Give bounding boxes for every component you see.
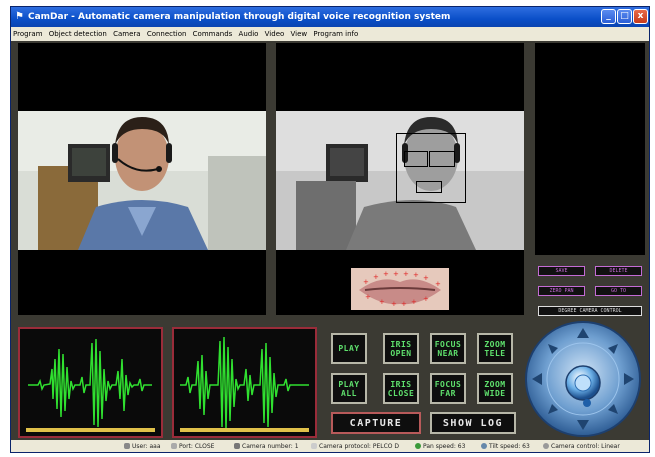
menu-program-info[interactable]: Program info bbox=[313, 30, 358, 38]
focus-near-button[interactable]: FOCUS NEAR bbox=[430, 333, 466, 364]
minimize-button[interactable]: _ bbox=[601, 9, 616, 24]
maximize-button[interactable]: □ bbox=[617, 9, 632, 24]
svg-text:+: + bbox=[413, 271, 419, 279]
iris-close-button[interactable]: IRIS CLOSE bbox=[383, 373, 419, 404]
detection-video-frame bbox=[276, 111, 524, 250]
svg-text:+: + bbox=[403, 270, 409, 278]
svg-text:+: + bbox=[411, 298, 417, 306]
svg-text:+: + bbox=[423, 274, 429, 282]
tilt-icon bbox=[481, 443, 487, 449]
close-button[interactable]: x bbox=[633, 9, 648, 24]
left-eye-box bbox=[404, 151, 428, 167]
menu-view[interactable]: View bbox=[291, 30, 308, 38]
title-bar: ⚑ CamDar - Automatic camera manipulation… bbox=[11, 7, 649, 27]
right-eye-box bbox=[429, 151, 455, 167]
app-window: ⚑ CamDar - Automatic camera manipulation… bbox=[10, 6, 650, 453]
user-icon bbox=[124, 443, 130, 449]
svg-text:+: + bbox=[373, 273, 379, 281]
svg-text:+: + bbox=[435, 280, 441, 288]
svg-text:+: + bbox=[365, 293, 371, 301]
save-preset-button[interactable]: SAVE bbox=[538, 266, 585, 276]
audio-level-bar-1 bbox=[26, 428, 155, 432]
camera-icon bbox=[234, 443, 240, 449]
go-to-button[interactable]: GO TO bbox=[595, 286, 642, 296]
protocol-icon bbox=[311, 443, 317, 449]
pan-icon bbox=[415, 443, 421, 449]
menu-commands[interactable]: Commands bbox=[193, 30, 233, 38]
menu-object-detection[interactable]: Object detection bbox=[49, 30, 107, 38]
port-icon bbox=[171, 443, 177, 449]
menu-video[interactable]: Video bbox=[265, 30, 285, 38]
audio-waveform-1 bbox=[18, 327, 163, 438]
svg-text:+: + bbox=[401, 300, 407, 308]
menu-program[interactable]: Program bbox=[13, 30, 43, 38]
ptz-joystick-icon[interactable] bbox=[524, 320, 642, 438]
preset-display-panel bbox=[535, 43, 645, 255]
zoom-wide-button[interactable]: ZOOM WIDE bbox=[477, 373, 513, 404]
status-pan-speed: Pan speed: 63 bbox=[415, 440, 465, 452]
zero-pan-button[interactable]: ZERO PAN bbox=[538, 286, 585, 296]
status-user: User: aaa bbox=[124, 440, 161, 452]
lip-tracking-view: + + + + + + + + + + + + + + bbox=[351, 268, 449, 310]
camera-icon: ⚑ bbox=[15, 11, 24, 22]
svg-text:+: + bbox=[393, 270, 399, 278]
audio-waveform-2 bbox=[172, 327, 317, 438]
status-bar: User: aaa Port: CLOSE Camera number: 1 C… bbox=[11, 440, 649, 452]
capture-button[interactable]: CAPTURE bbox=[331, 412, 421, 434]
svg-text:+: + bbox=[379, 298, 385, 306]
svg-text:+: + bbox=[391, 300, 397, 308]
status-camera-control: Camera control: Linear bbox=[543, 440, 620, 452]
status-tilt-speed: Tilt speed: 63 bbox=[481, 440, 530, 452]
menu-bar: Program Object detection Camera Connecti… bbox=[11, 27, 649, 41]
status-port: Port: CLOSE bbox=[171, 440, 214, 452]
zoom-tele-button[interactable]: ZOOM TELE bbox=[477, 333, 513, 364]
status-camera-protocol: Camera protocol: PELCO D bbox=[311, 440, 399, 452]
play-button[interactable]: PLAY bbox=[331, 333, 367, 364]
svg-text:+: + bbox=[423, 295, 429, 303]
degree-camera-control-button[interactable]: DEGREE CAMERA CONTROL bbox=[538, 306, 642, 316]
svg-text:+: + bbox=[383, 270, 389, 278]
camera-video-frame bbox=[18, 111, 266, 250]
menu-audio[interactable]: Audio bbox=[239, 30, 259, 38]
focus-far-button[interactable]: FOCUS FAR bbox=[430, 373, 466, 404]
status-camera-number: Camera number: 1 bbox=[234, 440, 299, 452]
svg-text:+: + bbox=[363, 278, 369, 286]
detection-video-panel: + + + + + + + + + + + + + + bbox=[276, 43, 524, 315]
camera-video-panel bbox=[18, 43, 266, 315]
play-all-button[interactable]: PLAY ALL bbox=[331, 373, 367, 404]
audio-level-bar-2 bbox=[180, 428, 309, 432]
menu-connection[interactable]: Connection bbox=[147, 30, 187, 38]
menu-camera[interactable]: Camera bbox=[113, 30, 140, 38]
window-title: CamDar - Automatic camera manipulation t… bbox=[28, 12, 451, 22]
mouth-box bbox=[416, 181, 442, 193]
control-icon bbox=[543, 443, 549, 449]
delete-preset-button[interactable]: DELETE bbox=[595, 266, 642, 276]
iris-open-button[interactable]: IRIS OPEN bbox=[383, 333, 419, 364]
show-log-button[interactable]: SHOW LOG bbox=[430, 412, 516, 434]
